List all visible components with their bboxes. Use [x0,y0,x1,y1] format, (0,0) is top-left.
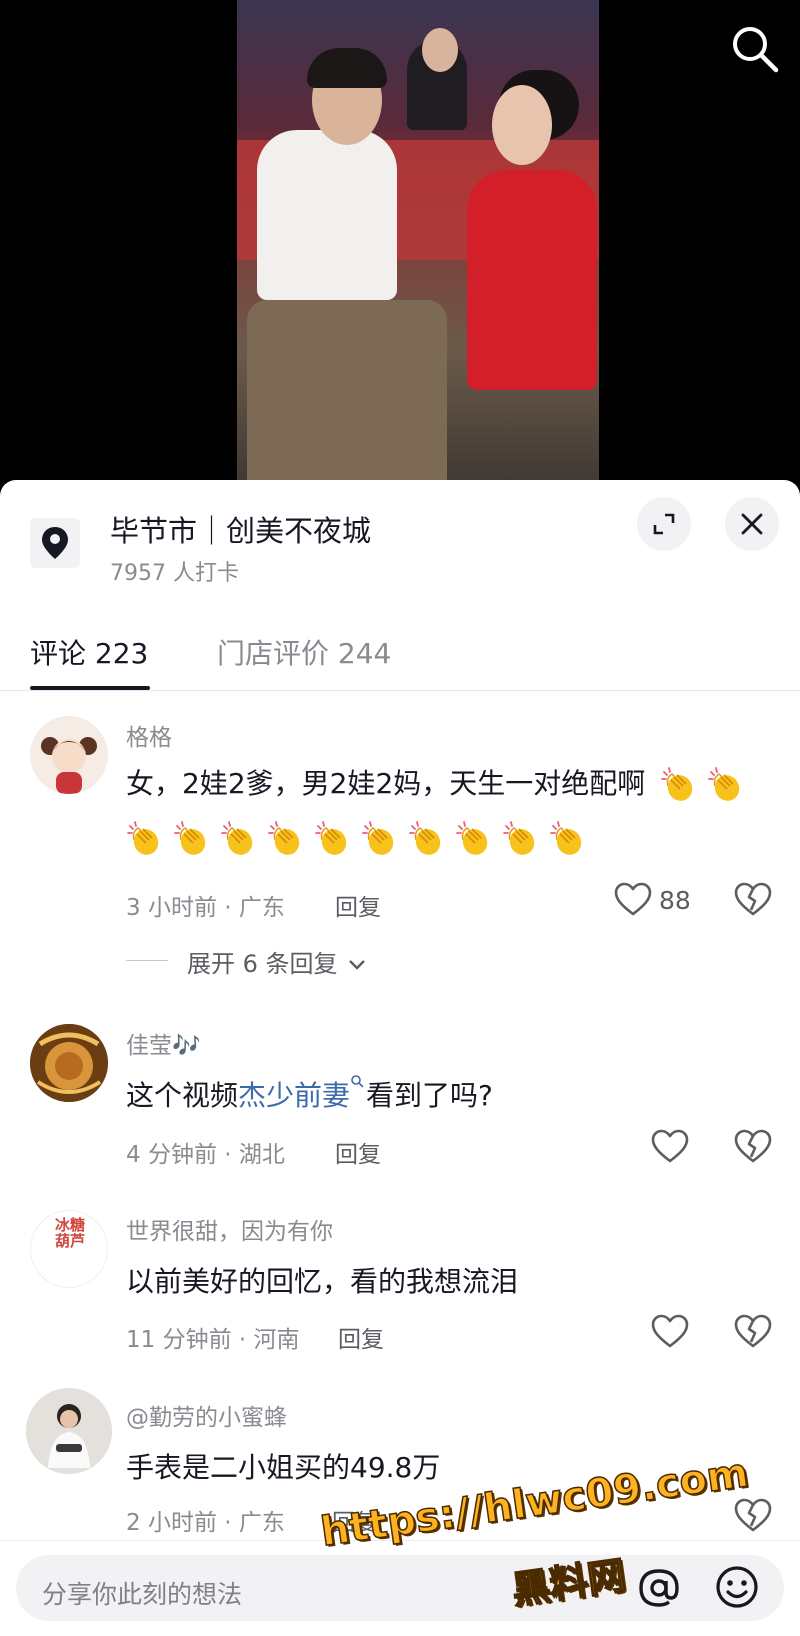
comment-author[interactable]: @勤劳的小蜜蜂 [126,1398,287,1432]
avatar[interactable]: 冰糖葫芦 [30,1210,108,1288]
heart-icon[interactable] [650,1127,690,1167]
tab-comments[interactable]: 评论 223 [30,632,148,672]
comment-text: 女，2娃2爹，男2娃2妈，天生一对绝配啊 [126,762,754,804]
expand-divider [126,960,168,961]
comment-author[interactable]: 格格 [126,718,172,752]
reply-button[interactable]: 回复 [335,888,381,922]
comment-text-after: 看到了吗? [366,1079,493,1112]
reply-button[interactable]: 回复 [335,1135,381,1169]
expand-replies-label: 展开 6 条回复 [187,950,338,978]
video-woman-dress [467,170,597,390]
clapping-hands-icon [455,820,493,858]
video-woman-head [492,85,552,165]
comment-emoji-row [126,820,596,858]
clapping-hands-icon [408,820,446,858]
search-icon[interactable] [728,22,784,78]
location-title[interactable]: 毕节市｜创美不夜城 [110,508,371,550]
comment-author[interactable]: 世界很甜，因为有你 [126,1212,333,1246]
search-link-label: 杰少前妻 [238,1079,351,1112]
avatar[interactable] [26,1388,112,1474]
search-link[interactable]: 杰少前妻 [238,1075,366,1112]
avatar-calligraphy: 冰糖葫芦 [54,1216,85,1250]
heart-icon[interactable] [650,1312,690,1352]
comment-meta: 11 分钟前 · 河南 [126,1327,300,1353]
location-pin-icon [30,518,80,568]
clapping-hands-icon [173,820,211,858]
tabs-divider [0,690,800,691]
comment-meta: 3 小时前 · 广东 [126,895,285,921]
clapping-hands-icon [220,820,258,858]
comment-text: 以前美好的回忆，看的我想流泪 [126,1265,519,1298]
close-icon[interactable] [725,497,779,551]
chevron-down-icon [349,960,366,970]
comment-text: 这个视频杰少前妻 看到了吗? [126,1074,493,1114]
like-count: 88 [659,886,691,915]
clapping-hands-icon [126,820,164,858]
clapping-hands-icon [549,820,587,858]
comment-author[interactable]: 佳莹🎶 [126,1026,201,1060]
search-icon [351,1075,364,1088]
comment-text: 手表是二小姐买的49.8万 [126,1451,441,1484]
at-icon[interactable] [637,1566,681,1610]
comment-input-placeholder[interactable]: 分享你此刻的想法 [42,1575,242,1611]
comment-meta: 2 小时前 · 广东 [126,1510,285,1536]
broken-heart-icon[interactable] [733,1127,773,1167]
broken-heart-icon[interactable] [733,880,773,920]
clapping-hands-icon [314,820,352,858]
comment-text-before: 这个视频 [126,1079,239,1112]
clapping-hands-icon [660,766,698,804]
video-man-hair [307,48,387,88]
video-player[interactable] [0,0,800,500]
clapping-hands-icon [502,820,540,858]
comment-text-content: 女，2娃2爹，男2娃2妈，天生一对绝配啊 [126,767,646,800]
reply-button[interactable]: 回复 [338,1320,384,1354]
expand-replies-button[interactable]: 展开 6 条回复 [187,944,367,979]
video-man-shirt [257,130,397,300]
clapping-hands-icon [707,766,745,804]
video-background-person-head [422,28,458,72]
emoji-icon[interactable] [714,1564,760,1610]
location-checkin-count: 7957 人打卡 [110,561,239,586]
broken-heart-icon[interactable] [733,1496,773,1536]
tab-store-reviews[interactable]: 门店评价 244 [217,632,391,672]
broken-heart-icon[interactable] [733,1312,773,1352]
avatar[interactable] [30,1024,108,1102]
video-man-legs [247,300,447,500]
avatar[interactable] [30,716,108,794]
expand-icon[interactable] [637,497,691,551]
clapping-hands-icon [361,820,399,858]
clapping-hands-icon [267,820,305,858]
comment-meta: 4 分钟前 · 湖北 [126,1142,285,1168]
heart-icon[interactable] [613,880,653,920]
video-frame [237,0,599,500]
